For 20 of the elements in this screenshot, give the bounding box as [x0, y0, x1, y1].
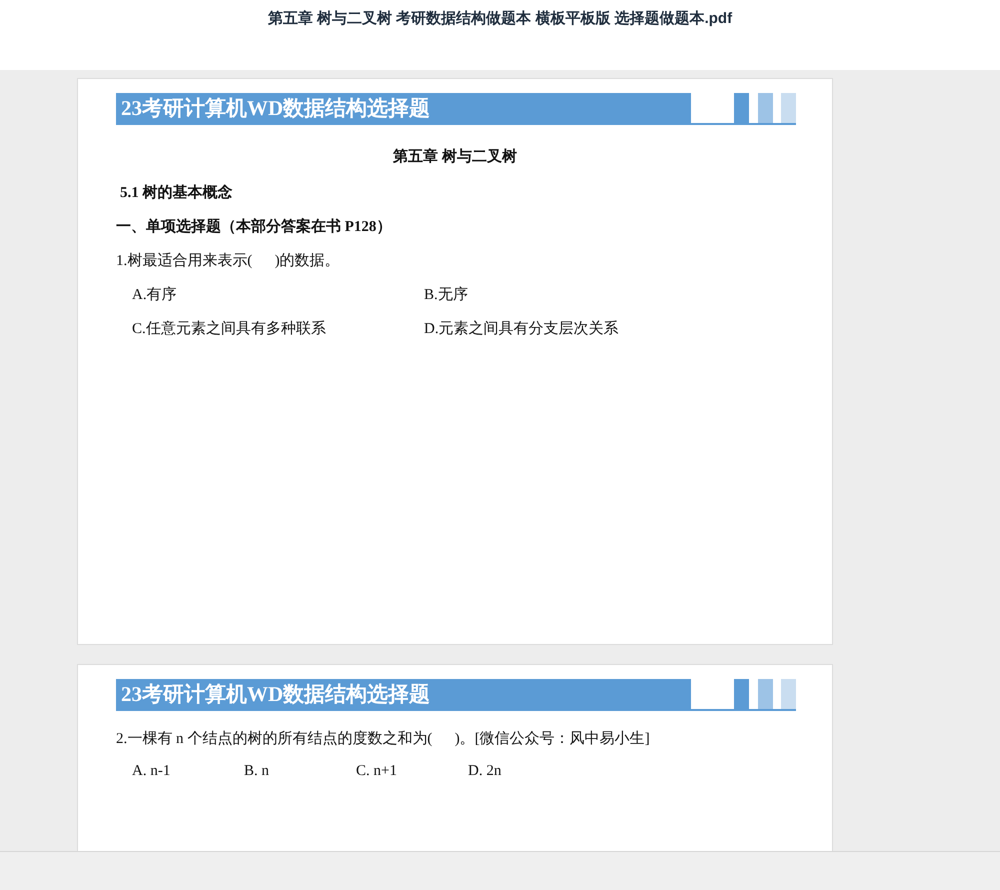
answer-option: A.有序: [132, 285, 424, 304]
page-banner: 23考研计算机WD数据结构选择题: [116, 679, 691, 709]
page-banner: 23考研计算机WD数据结构选择题: [116, 93, 691, 123]
answer-option: C.任意元素之间具有多种联系: [132, 319, 424, 338]
question-text: 1.树最适合用来表示( )的数据。: [116, 252, 341, 270]
answer-option: A. n-1: [132, 763, 244, 780]
banner-block: [758, 93, 773, 123]
banner-block: [781, 679, 796, 709]
question-text: 2.一棵有 n 个结点的树的所有结点的度数之和为( )。[微信公众号：风中易小生]: [116, 729, 651, 748]
file-title: 第五章 树与二叉树 考研数据结构做题本 横板平板版 选择题做题本.pdf: [268, 9, 732, 28]
answer-option: B.无序: [424, 285, 724, 304]
section-heading: 5.1 树的基本概念: [119, 183, 234, 202]
answer-option: D.元素之间具有分支层次关系: [424, 319, 724, 338]
chapter-heading: 第五章 树与二叉树: [392, 147, 518, 166]
banner-block: [781, 93, 796, 123]
answer-option: B. n: [244, 763, 356, 780]
banner-block: [758, 679, 773, 709]
part-heading: 一、单项选择题（本部分答案在书 P128）: [116, 217, 392, 236]
answer-option: D. 2n: [468, 763, 580, 780]
answer-option: C. n+1: [356, 763, 468, 780]
